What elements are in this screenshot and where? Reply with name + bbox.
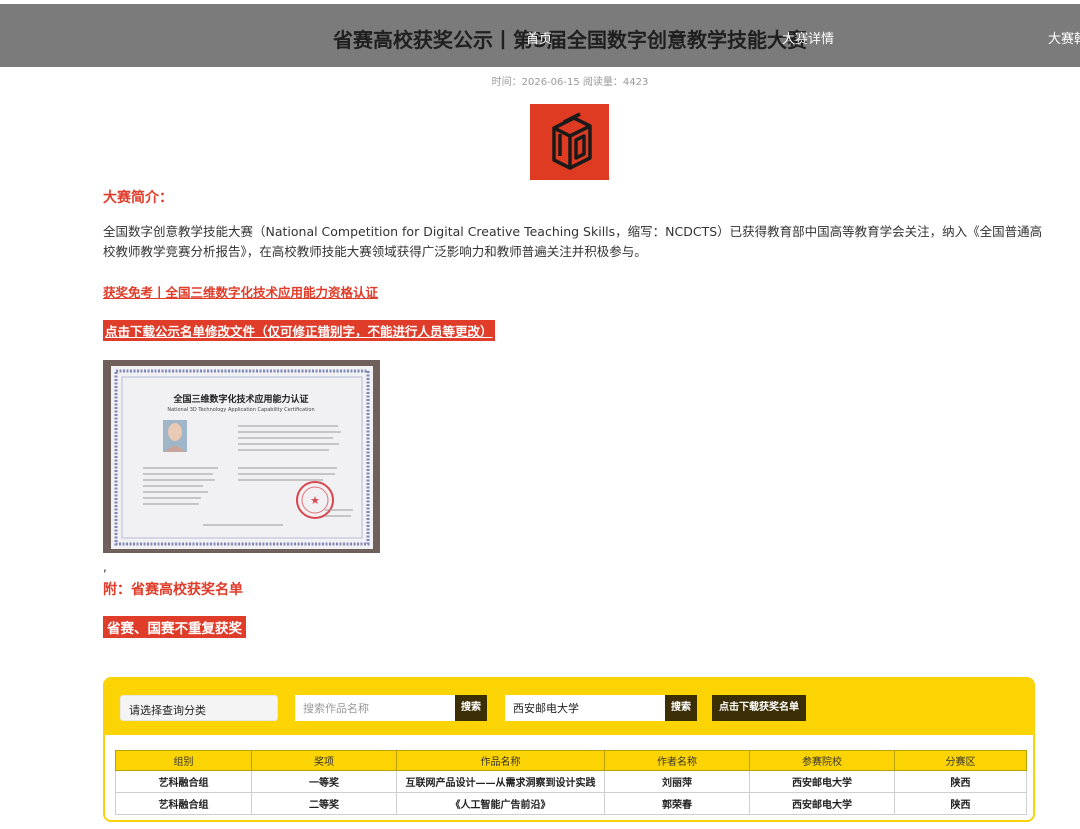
logo-3d-book-icon xyxy=(552,112,592,170)
cell-group: 艺科融合组 xyxy=(115,770,252,793)
cell-group: 艺科融合组 xyxy=(115,792,252,815)
column-header-work: 作品名称 xyxy=(396,750,605,771)
nav-competition-more[interactable]: 大赛韩 xyxy=(1048,28,1080,47)
table-header-row: 组别 奖项 作品名称 作者名称 参赛院校 分赛区 xyxy=(115,750,1027,771)
download-correction-file-link[interactable]: 点击下载公示名单修改文件（仅可修正错别字，不能进行人员等更改） xyxy=(103,320,495,341)
appendix-heading: 附：省赛高校获奖名单 xyxy=(103,582,243,598)
download-award-list-button[interactable]: 点击下载获奖名单 xyxy=(712,695,806,721)
table-row: 艺科融合组 一等奖 互联网产品设计——从需求洞察到设计实践 刘丽萍 西安邮电大学… xyxy=(115,770,1027,793)
cell-school: 西安邮电大学 xyxy=(749,770,895,793)
certificate-title: 全国三维数字化技术应用能力认证 xyxy=(172,393,308,405)
exam-exemption-link[interactable]: 获奖免考丨全国三维数字化技术应用能力资格认证 xyxy=(103,282,378,301)
column-header-region: 分赛区 xyxy=(894,750,1027,771)
top-header-bar: 省赛高校获奖公示丨第5届全国数字创意教学技能大赛 首页 大赛详情 大赛韩 xyxy=(0,4,1080,67)
cell-award: 一等奖 xyxy=(251,770,397,793)
cell-school: 西安邮电大学 xyxy=(749,792,895,815)
intro-heading: 大赛简介： xyxy=(103,190,173,206)
cell-work: 互联网产品设计——从需求洞察到设计实践 xyxy=(396,770,605,793)
award-search-panel: 请选择查询分类 搜索 搜索 点击下载获奖名单 组别 奖项 作品名称 作者名称 参… xyxy=(103,677,1035,822)
table-row: 艺科融合组 二等奖 《人工智能广告前沿》 郭荣春 西安邮电大学 陕西 xyxy=(115,792,1027,815)
no-duplicate-award-notice: 省赛、国赛不重复获奖 xyxy=(103,616,246,638)
stray-comma: , xyxy=(103,560,107,574)
column-header-award: 奖项 xyxy=(251,750,397,771)
cell-author: 郭荣春 xyxy=(604,792,750,815)
svg-text:★: ★ xyxy=(310,494,320,507)
nav-competition-details[interactable]: 大赛详情 xyxy=(782,28,834,47)
column-header-author: 作者名称 xyxy=(604,750,750,771)
cell-award: 二等奖 xyxy=(251,792,397,815)
cell-author: 刘丽萍 xyxy=(604,770,750,793)
cell-work: 《人工智能广告前沿》 xyxy=(396,792,605,815)
article-meta: 时间：2026-06-15 阅读量：4423 xyxy=(491,77,649,88)
cell-region: 陕西 xyxy=(894,770,1027,793)
column-header-group: 组别 xyxy=(115,750,252,771)
category-select[interactable]: 请选择查询分类 xyxy=(120,695,278,721)
column-header-school: 参赛院校 xyxy=(749,750,895,771)
competition-logo xyxy=(530,104,609,180)
certificate-subtitle: National 3D Technology Application Capab… xyxy=(167,407,314,413)
certificate-image: 全国三维数字化技术应用能力认证 National 3D Technology A… xyxy=(103,360,380,553)
award-results-table: 组别 奖项 作品名称 作者名称 参赛院校 分赛区 艺科融合组 一等奖 互联网产品… xyxy=(115,750,1027,815)
school-search-input[interactable] xyxy=(505,695,665,721)
search-school-button[interactable]: 搜索 xyxy=(665,695,697,721)
search-work-button[interactable]: 搜索 xyxy=(455,695,487,721)
work-name-search-input[interactable] xyxy=(295,695,455,721)
cell-region: 陕西 xyxy=(894,792,1027,815)
nav-home[interactable]: 首页 xyxy=(526,28,552,47)
intro-paragraph: 全国数字创意教学技能大赛（National Competition for Di… xyxy=(103,224,1043,259)
